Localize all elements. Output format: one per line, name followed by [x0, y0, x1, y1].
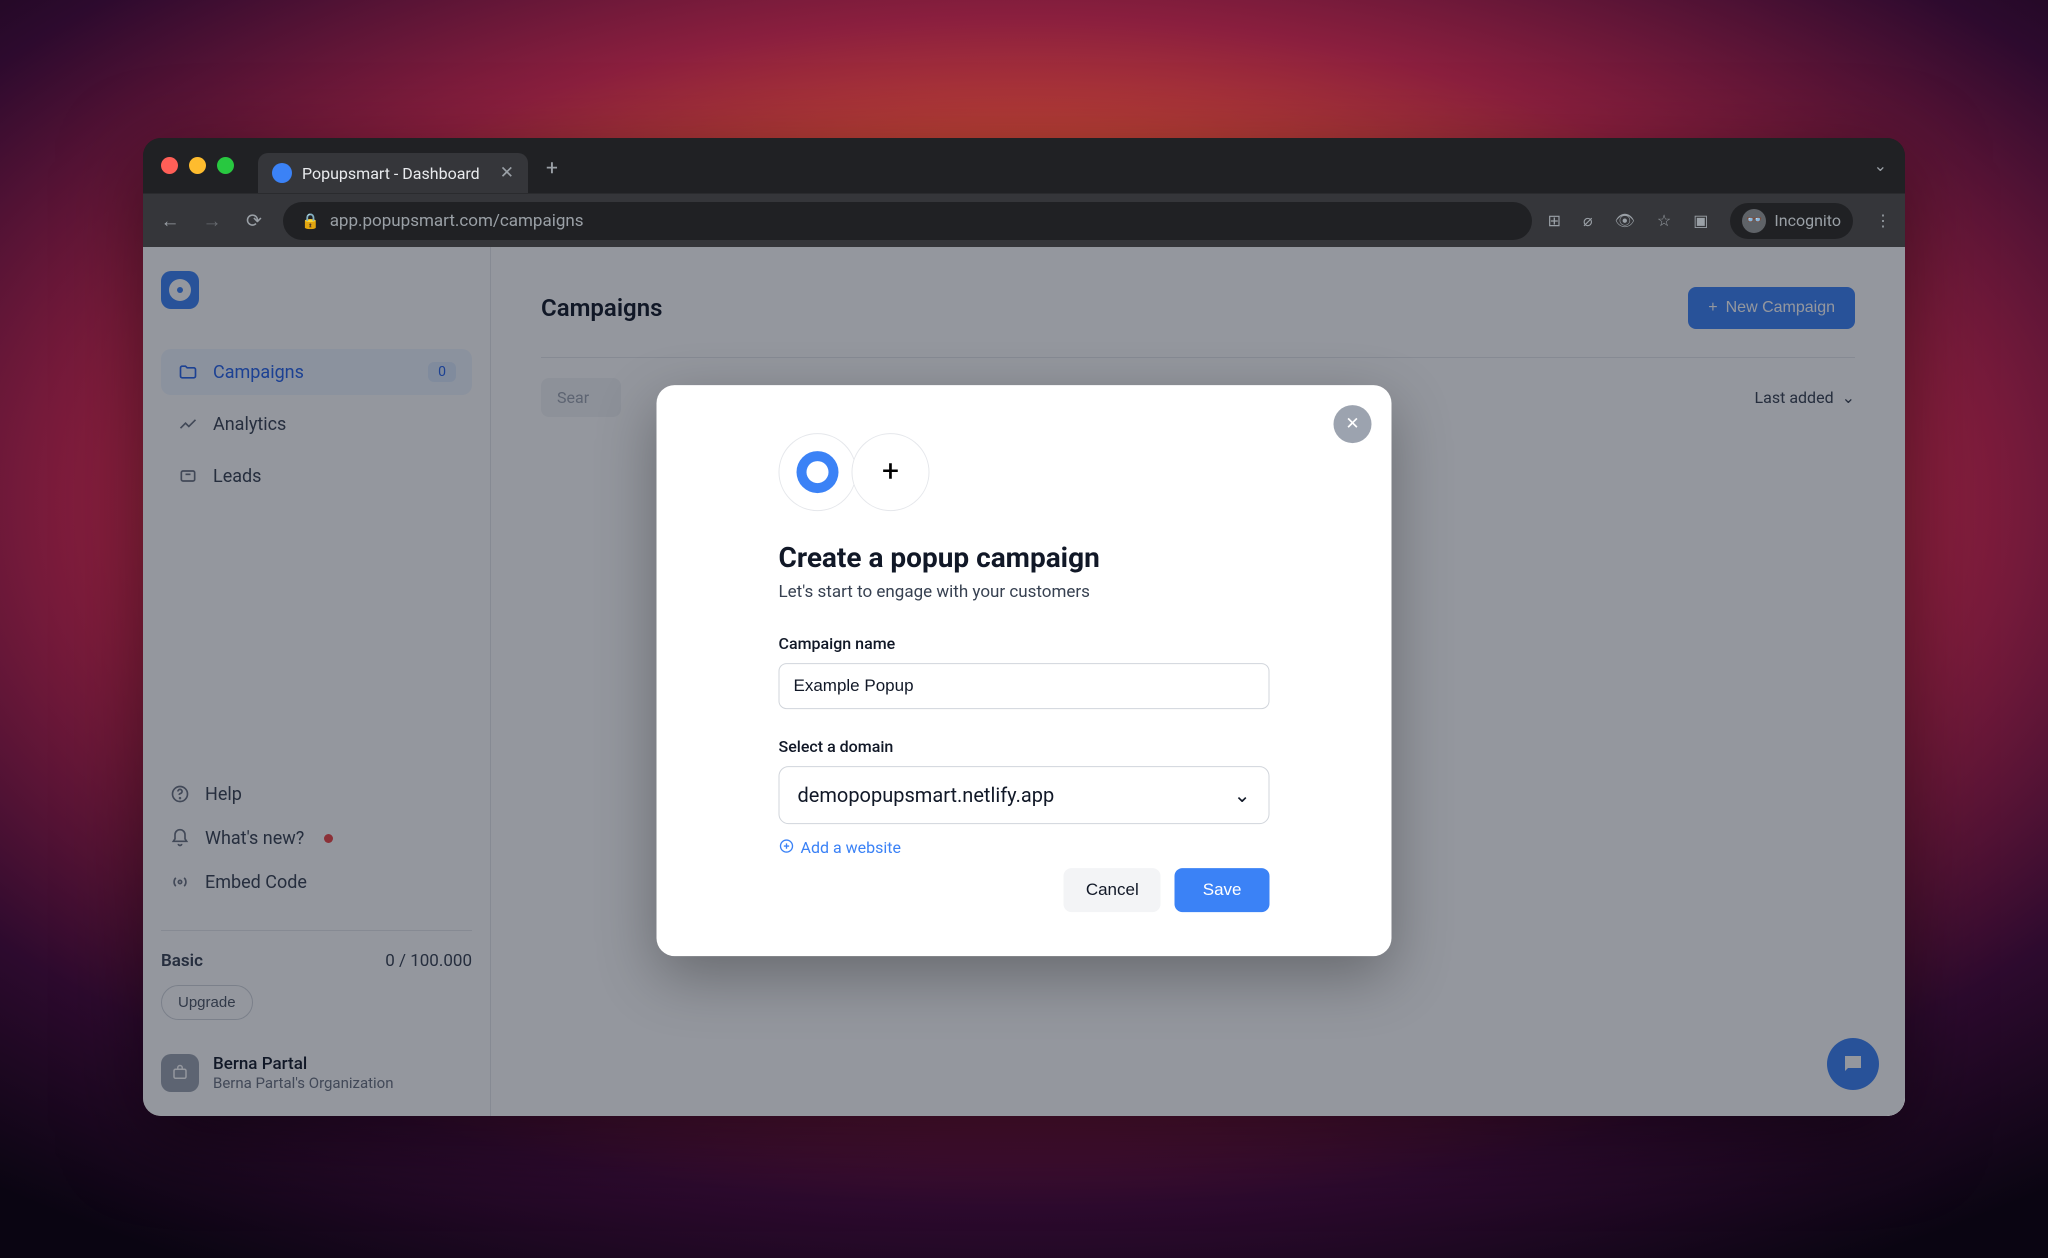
domain-selected-value: demopopupsmart.netlify.app	[798, 783, 1055, 807]
window-close-icon[interactable]	[161, 157, 178, 174]
modal-close-button[interactable]: ✕	[1334, 405, 1372, 443]
tab-close-icon[interactable]: ✕	[500, 163, 514, 183]
chevron-down-icon: ⌄	[1234, 783, 1251, 807]
plus-circle-icon	[779, 838, 795, 858]
browser-address-bar: ← → ⟳ 🔒 app.popupsmart.com/campaigns ⊞ ⌀…	[143, 193, 1905, 247]
browser-menu-icon[interactable]: ⋮	[1875, 211, 1891, 230]
add-website-link[interactable]: Add a website	[779, 838, 1270, 858]
key-icon[interactable]: ⌀	[1583, 211, 1593, 230]
campaign-name-label: Campaign name	[779, 634, 1270, 653]
tab-favicon-icon	[272, 163, 292, 183]
new-tab-button[interactable]: +	[546, 157, 558, 181]
nav-back-icon[interactable]: ←	[157, 209, 183, 233]
url-input[interactable]: 🔒 app.popupsmart.com/campaigns	[283, 202, 1532, 240]
modal-title: Create a popup campaign	[779, 541, 1270, 574]
window-maximize-icon[interactable]	[217, 157, 234, 174]
plus-icon: +	[852, 433, 930, 511]
tab-title: Popupsmart - Dashboard	[302, 164, 480, 183]
popupsmart-logo-icon	[779, 433, 857, 511]
lock-icon: 🔒	[301, 212, 320, 230]
extensions-icon[interactable]: ⊞	[1548, 211, 1561, 230]
browser-tab-bar: Popupsmart - Dashboard ✕ + ⌄	[143, 138, 1905, 193]
desktop-wallpaper: Popupsmart - Dashboard ✕ + ⌄ ← → ⟳ 🔒 app…	[0, 0, 2048, 1258]
browser-actions: ⊞ ⌀ 👁 ☆ ▣ 👓 Incognito ⋮	[1548, 203, 1891, 239]
browser-window: Popupsmart - Dashboard ✕ + ⌄ ← → ⟳ 🔒 app…	[143, 138, 1905, 1116]
nav-forward-icon[interactable]: →	[199, 209, 225, 233]
incognito-label: Incognito	[1774, 211, 1841, 230]
url-text: app.popupsmart.com/campaigns	[330, 211, 584, 231]
app-content: Campaigns 0 Analytics Leads	[143, 247, 1905, 1116]
save-button[interactable]: Save	[1175, 868, 1270, 912]
campaign-name-input[interactable]	[779, 663, 1270, 709]
bookmark-icon[interactable]: ☆	[1657, 211, 1671, 230]
nav-reload-icon[interactable]: ⟳	[241, 209, 267, 232]
domain-select[interactable]: demopopupsmart.netlify.app ⌄	[779, 766, 1270, 824]
panel-icon[interactable]: ▣	[1693, 211, 1708, 230]
create-campaign-modal: ✕ + Create a popup campaign Let's start …	[657, 385, 1392, 956]
eye-off-icon[interactable]: 👁	[1615, 211, 1635, 230]
window-minimize-icon[interactable]	[189, 157, 206, 174]
tabs-overflow-button[interactable]: ⌄	[1874, 156, 1887, 175]
browser-tab[interactable]: Popupsmart - Dashboard ✕	[258, 153, 528, 193]
incognito-icon: 👓	[1742, 209, 1766, 233]
modal-subtitle: Let's start to engage with your customer…	[779, 582, 1270, 602]
cancel-button[interactable]: Cancel	[1064, 868, 1161, 912]
modal-icon-row: +	[779, 433, 1270, 511]
modal-actions: Cancel Save	[779, 868, 1270, 912]
add-website-label: Add a website	[801, 838, 901, 857]
close-icon: ✕	[1345, 414, 1359, 434]
incognito-indicator[interactable]: 👓 Incognito	[1730, 203, 1853, 239]
domain-select-label: Select a domain	[779, 737, 1270, 756]
window-controls	[161, 157, 234, 174]
